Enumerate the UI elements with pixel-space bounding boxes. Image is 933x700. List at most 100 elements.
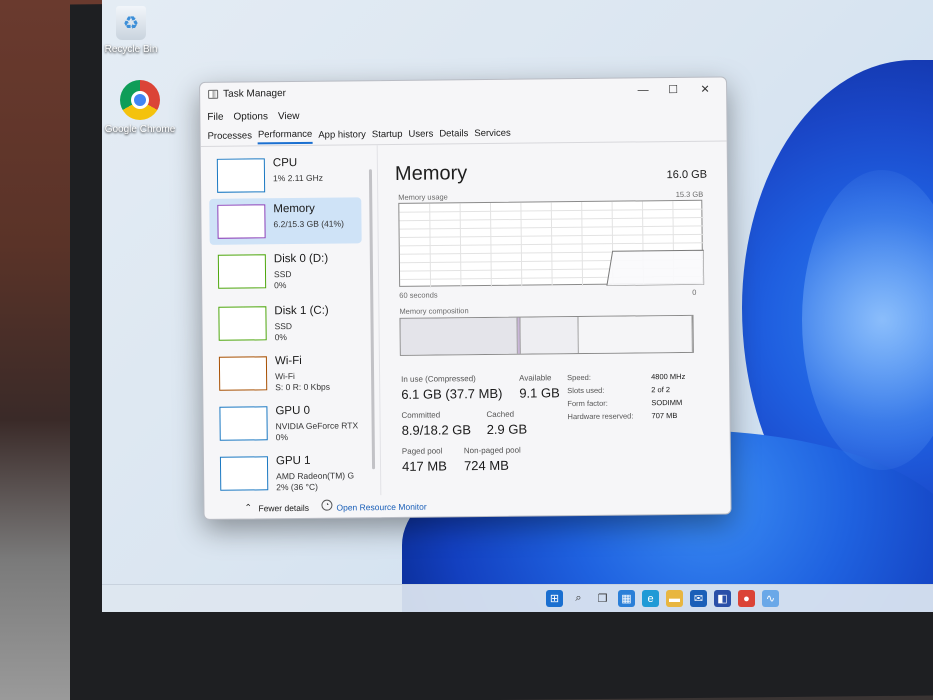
recycle-bin-label: Recycle Bin: [104, 44, 158, 55]
mail-icon[interactable]: ✉: [690, 590, 707, 607]
sidebar-item-detail: 1% 2.11 GHz: [272, 172, 323, 184]
available-value: 9.1 GB: [519, 385, 560, 401]
task-manager-window: . Task Manager — ☐ ✕ File Options View P…: [199, 76, 732, 520]
composition-in-use: [400, 317, 518, 355]
committed-label: Committed: [401, 410, 441, 420]
sidebar-item-detail: SSD: [273, 269, 292, 280]
store-icon[interactable]: ◧: [714, 590, 731, 607]
maximize-button[interactable]: ☐: [662, 82, 684, 98]
close-button[interactable]: ✕: [694, 82, 716, 98]
sidebar-item-detail: 2% (36 °C): [276, 481, 318, 493]
sidebar-item-wi-fi[interactable]: Wi-Fi Wi-Fi S: 0 R: 0 Kbps: [211, 349, 363, 397]
sidebar-item-name: Memory: [273, 202, 315, 216]
in-use-label: In use (Compressed): [401, 374, 476, 384]
cached-label: Cached: [486, 409, 515, 420]
sidebar-item-disk-1-c[interactable]: Disk 1 (C:) SSD 0%: [210, 299, 362, 347]
file-explorer-icon[interactable]: ▬: [666, 590, 683, 607]
tab-startup[interactable]: Startup: [372, 127, 403, 142]
available-label: Available: [519, 373, 552, 383]
pane-divider: [376, 145, 382, 496]
sidebar-item-name: GPU 0: [275, 404, 311, 418]
menu-file[interactable]: File: [207, 111, 223, 122]
resource-sidebar: CPU 1% 2.11 GHz Memory 6.2/15.3 GB (41%) Dis…: [209, 151, 365, 493]
committed-value: 8.9/18.2 GB: [401, 422, 472, 438]
performance-content: CPU 1% 2.11 GHz Memory 6.2/15.3 GB (41%) Dis…: [201, 141, 731, 519]
sidebar-thumbnail: [217, 254, 267, 289]
paged-pool-value: 417 MB: [401, 458, 447, 474]
spec-hardware-reserved-label: Hardware reserved:: [567, 411, 634, 422]
sidebar-item-memory[interactable]: Memory 6.2/15.3 GB (41%): [209, 197, 362, 245]
cached-value: 2.9 GB: [486, 421, 528, 438]
spec-hardware-reserved-value: 707 MB: [651, 411, 678, 421]
sidebar-thumbnail: [218, 306, 267, 341]
chrome-icon[interactable]: ●: [738, 590, 755, 607]
paged-pool-label: Paged pool: [401, 446, 443, 456]
sidebar-item-name: CPU: [272, 156, 298, 170]
task-manager-icon[interactable]: ∿: [762, 590, 779, 607]
sidebar-item-name: Disk 0 (D:): [273, 252, 329, 266]
recycle-bin-shortcut[interactable]: ♻ Recycle Bin: [102, 6, 166, 55]
menu-options[interactable]: Options: [233, 111, 268, 122]
edge-icon[interactable]: e: [642, 590, 659, 607]
memory-composition-bar: [399, 314, 694, 356]
sidebar-item-gpu-1[interactable]: GPU 1 AMD Radeon(TM) G 2% (36 °C): [212, 449, 364, 497]
minimize-button[interactable]: —: [632, 82, 654, 98]
chrome-icon: [120, 80, 160, 120]
start-icon[interactable]: ⊞: [546, 590, 563, 607]
sidebar-item-name: Wi-Fi: [274, 354, 302, 368]
sidebar-item-name: Disk 1 (C:): [274, 304, 329, 318]
composition-standby: [520, 317, 579, 354]
task-manager-icon: .: [208, 89, 219, 99]
memory-usage-chart: [399, 201, 705, 288]
open-resource-monitor-link[interactable]: Open Resource Monitor: [336, 502, 426, 513]
sidebar-item-detail: 0%: [275, 432, 289, 443]
spec-speed-value: 4800 MHz: [651, 371, 686, 382]
sidebar-thumbnail: [216, 158, 266, 193]
total-memory: 16.0 GB: [666, 168, 708, 182]
taskbar: ⊞ ⌕ ❐ ▦ e ▬ ✉ ◧ ● ∿: [102, 584, 933, 612]
sidebar-thumbnail: [219, 406, 268, 441]
tab-details[interactable]: Details: [439, 126, 468, 141]
fewer-details-link[interactable]: Fewer details: [258, 503, 309, 514]
spec-form-factor-value: SODIMM: [651, 397, 683, 408]
chrome-shortcut[interactable]: Google Chrome: [104, 80, 176, 135]
tab-app-history[interactable]: App history: [318, 127, 366, 142]
sidebar-item-detail: NVIDIA GeForce RTX: [275, 420, 359, 432]
sidebar-thumbnail: [219, 456, 269, 491]
tab-performance[interactable]: Performance: [257, 126, 313, 145]
memory-detail-pane: Memory 16.0 GB Memory usage 15.3 GB 60 s…: [387, 142, 721, 495]
sidebar-item-name: GPU 1: [275, 454, 311, 468]
sidebar-item-detail: AMD Radeon(TM) G: [276, 470, 355, 482]
memory-usage-label: Memory usage: [398, 192, 448, 202]
sidebar-item-detail: Wi-Fi: [275, 371, 295, 382]
sidebar-item-detail: SSD: [274, 321, 293, 332]
sidebar-item-disk-0-d[interactable]: Disk 0 (D:) SSD 0%: [210, 247, 362, 295]
menu-view[interactable]: View: [278, 110, 300, 121]
chrome-label: Google Chrome: [104, 124, 176, 135]
sidebar-thumbnail: [217, 204, 266, 239]
spec-slots-label: Slots used:: [567, 385, 605, 396]
tab-users[interactable]: Users: [408, 127, 433, 142]
tab-processes[interactable]: Processes: [207, 128, 252, 143]
sidebar-thumbnail: [218, 356, 268, 391]
spec-speed-label: Speed:: [567, 372, 591, 383]
memory-usage-graph: [398, 199, 705, 288]
page-title: Memory: [394, 162, 468, 185]
chevron-up-icon: ⌃: [244, 502, 253, 513]
sidebar-item-cpu[interactable]: CPU 1% 2.11 GHz: [209, 151, 361, 199]
footer: ⌃ Fewer details ◔ Open Resource Monitor: [204, 493, 730, 519]
memory-composition-label: Memory composition: [399, 306, 469, 316]
taskbar-icons: ⊞ ⌕ ❐ ▦ e ▬ ✉ ◧ ● ∿: [546, 590, 779, 607]
recycle-bin-icon: ♻: [116, 6, 146, 40]
composition-free: [578, 315, 693, 354]
task-view-icon[interactable]: ❐: [594, 590, 611, 607]
memory-usage-area: [606, 249, 705, 287]
x-axis-left-label: 60 seconds: [399, 290, 438, 300]
non-paged-pool-label: Non-paged pool: [463, 445, 521, 456]
widgets-icon[interactable]: ▦: [618, 590, 635, 607]
sidebar-item-gpu-0[interactable]: GPU 0 NVIDIA GeForce RTX 0%: [211, 399, 363, 447]
search-icon[interactable]: ⌕: [570, 590, 587, 607]
tab-services[interactable]: Services: [474, 126, 511, 141]
sidebar-item-detail: 0%: [274, 332, 288, 343]
sidebar-scrollbar[interactable]: [368, 169, 376, 470]
